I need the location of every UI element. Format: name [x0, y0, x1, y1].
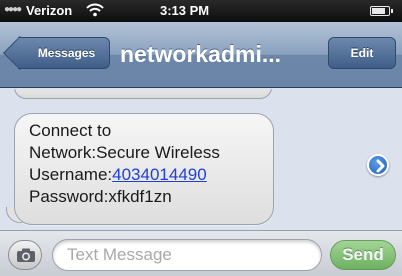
phone-number-link[interactable]: 4034014490 — [112, 165, 207, 184]
message-bubble[interactable]: Connect to Network:Secure Wireless Usern… — [14, 113, 274, 225]
message-line: Password:xfkdf1zn — [29, 187, 172, 206]
text-message-input[interactable] — [52, 239, 322, 271]
detail-disclosure-button[interactable] — [367, 154, 389, 176]
previous-message-bubble[interactable] — [14, 89, 272, 99]
camera-icon — [17, 248, 35, 262]
message-line: Connect to — [29, 121, 112, 140]
conversation-view[interactable]: Connect to Network:Secure Wireless Usern… — [0, 89, 402, 229]
battery-icon — [370, 6, 393, 16]
status-bar: ●●●● Verizon 3:13 PM — [0, 0, 402, 22]
wifi-icon — [86, 3, 104, 17]
message-line: Network:Secure Wireless — [29, 143, 220, 162]
username-label: Username: — [29, 165, 113, 184]
status-time: 3:13 PM — [160, 3, 210, 18]
conversation-title: networkadmi... — [120, 41, 282, 67]
chevron-right-icon — [376, 159, 385, 173]
camera-button[interactable] — [8, 240, 42, 270]
message-input-bar: Send — [0, 230, 402, 276]
carrier-label: Verizon — [26, 3, 73, 18]
username-line: Username:4034014490 — [29, 164, 273, 186]
edit-button[interactable]: Edit — [328, 37, 396, 69]
send-button[interactable]: Send — [330, 240, 396, 270]
navigation-bar: Messages networkadmi... Edit — [0, 22, 402, 88]
signal-dots-icon: ●●●● — [4, 4, 22, 15]
messages-back-button[interactable]: Messages — [18, 37, 110, 69]
